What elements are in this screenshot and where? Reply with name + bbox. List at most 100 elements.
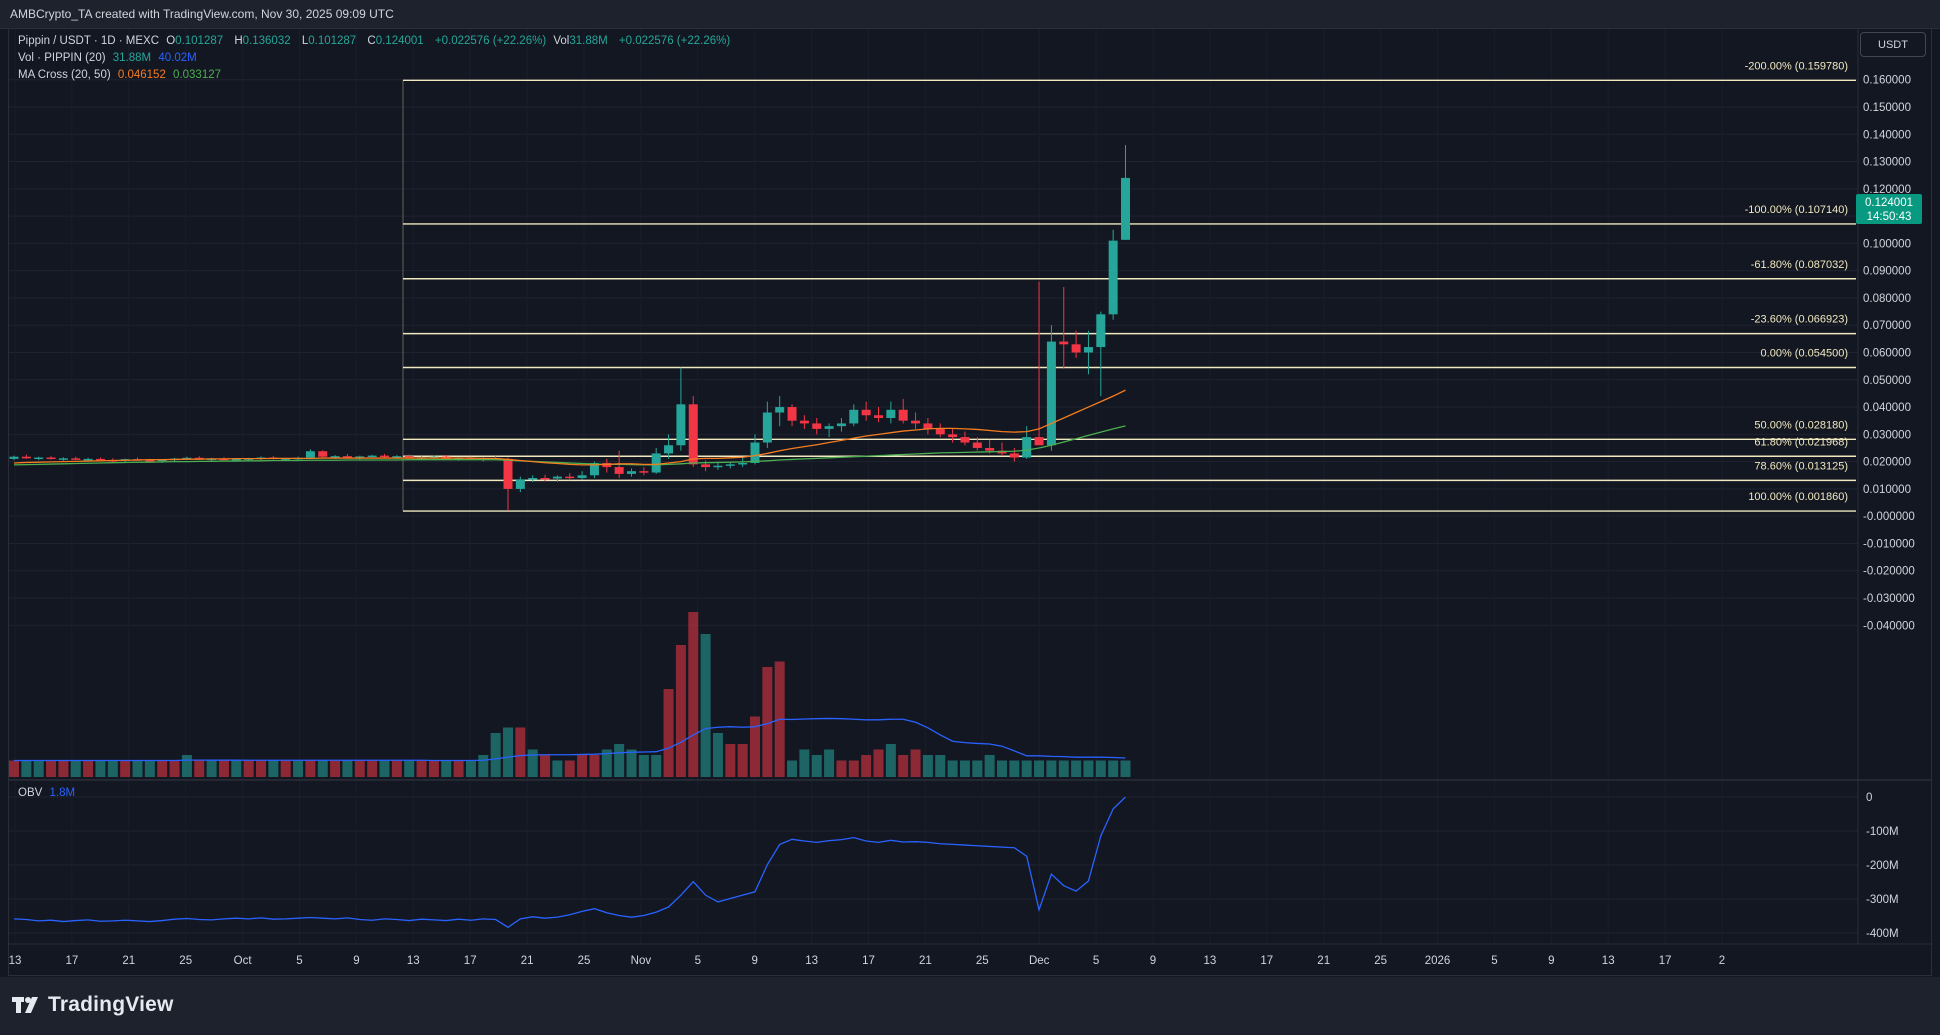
- ma20-line: [13, 389, 1126, 466]
- volume-bar: [515, 727, 526, 777]
- fibonacci-retracement: -200.00% (0.159780) -100.00% (0.107140) -6…: [402, 60, 1856, 512]
- volume-bar: [391, 760, 402, 777]
- vol-label: Vol: [553, 35, 570, 47]
- candle-body: [849, 409, 859, 424]
- candle-body: [380, 455, 389, 458]
- symbol-title[interactable]: Pippin / USDT · 1D · MEXC: [18, 35, 159, 47]
- ma-indicator-name[interactable]: MA Cross (20, 50): [18, 69, 111, 81]
- price-tick-label: 0.040000: [1863, 402, 1911, 414]
- obv-label[interactable]: OBV: [18, 787, 42, 799]
- candle-body: [58, 458, 68, 460]
- time-tick-label: 5: [695, 955, 701, 967]
- open-value: 0.101287: [175, 35, 224, 47]
- vol-change-value: +0.022576 (+22.26%): [618, 35, 731, 47]
- volume-bar: [984, 755, 995, 777]
- volume-bars: [9, 612, 1131, 777]
- candle-body: [305, 451, 315, 458]
- price-tick-label: 0.160000: [1863, 75, 1911, 87]
- volume-bar: [787, 760, 798, 777]
- candle-body: [738, 462, 748, 465]
- volume-bar: [725, 744, 736, 777]
- candle-body: [750, 442, 760, 463]
- moving-averages: [13, 389, 1126, 466]
- time-tick-label: 21: [1317, 955, 1330, 967]
- candle-body: [627, 471, 636, 474]
- candle-body: [1059, 341, 1069, 345]
- candle-body: [874, 415, 883, 418]
- volume-bar: [231, 760, 242, 777]
- fib-level-label: -200.00% (0.159780): [1745, 60, 1848, 72]
- candle-body: [318, 451, 328, 457]
- time-tick-label: 13: [407, 955, 420, 967]
- volume-bar: [95, 760, 106, 777]
- tradingview-logo[interactable]: TradingView: [12, 993, 174, 1017]
- price-tick-label: 0.080000: [1863, 293, 1911, 305]
- candle-body: [812, 423, 822, 429]
- volume-bar: [959, 760, 970, 777]
- time-tick-label: 17: [66, 955, 79, 967]
- volume-bar: [688, 612, 699, 777]
- time-tick-label: Dec: [1029, 955, 1050, 967]
- time-tick-label: 25: [1374, 955, 1387, 967]
- fib-level-label: 78.60% (0.013125): [1754, 460, 1848, 472]
- volume-bar: [811, 755, 822, 777]
- ma50-value: 0.033127: [173, 69, 222, 81]
- candle-body: [886, 409, 896, 418]
- candle-body: [701, 464, 711, 468]
- price-tick-label: 0.010000: [1863, 484, 1911, 496]
- time-tick-label: 17: [862, 955, 875, 967]
- volume-bar: [416, 760, 427, 777]
- price-tick-label: -0.010000: [1863, 538, 1915, 550]
- time-tick-label: 21: [919, 955, 932, 967]
- volume-bar: [972, 760, 983, 777]
- candle-body: [46, 457, 56, 460]
- candle-body: [552, 476, 562, 479]
- time-tick-label: 5: [1093, 955, 1099, 967]
- fib-level-label: 100.00% (0.001860): [1748, 491, 1848, 503]
- volume-bar: [540, 755, 551, 777]
- volume-bar: [83, 760, 94, 777]
- volume-bar: [737, 744, 748, 777]
- volume-bar: [132, 760, 143, 777]
- volume-bar: [1095, 760, 1106, 777]
- price-tick-label: 0.060000: [1863, 348, 1911, 360]
- candle-body: [972, 442, 982, 448]
- time-tick-label: Nov: [631, 955, 652, 967]
- candle-body: [799, 420, 809, 424]
- volume-bar: [280, 760, 291, 777]
- currency-button[interactable]: USDT: [1860, 32, 1926, 57]
- candle-body: [787, 407, 797, 421]
- volume-bar: [922, 755, 933, 777]
- volume-bar: [342, 760, 353, 777]
- candle-body: [923, 423, 933, 429]
- obv-tick-label: -300M: [1866, 894, 1899, 906]
- volume-value-2: 40.02M: [158, 52, 197, 64]
- candle-body: [713, 465, 723, 468]
- fib-level-label: 61.80% (0.021968): [1754, 436, 1848, 448]
- volume-bar: [836, 760, 847, 777]
- volume-bar: [712, 733, 723, 777]
- chart-canvas[interactable]: -200.00% (0.159780) -100.00% (0.107140) -6…: [0, 0, 1940, 977]
- volume-bar: [947, 760, 958, 777]
- volume-bar: [675, 645, 686, 777]
- grid-lines: [9, 29, 1858, 944]
- time-tick-label: 13: [805, 955, 818, 967]
- price-tick-label: 0.030000: [1863, 429, 1911, 441]
- volume-bar: [21, 760, 32, 777]
- fib-level-label: -100.00% (0.107140): [1745, 204, 1848, 216]
- obv-tick-label: -200M: [1866, 860, 1899, 872]
- logo-text: TradingView: [48, 993, 174, 1016]
- volume-bar: [33, 760, 44, 777]
- volume-bar: [293, 760, 304, 777]
- volume-indicator-name[interactable]: Vol · PIPPIN (20): [18, 52, 106, 64]
- obv-tick-label: -400M: [1866, 928, 1899, 940]
- price-tick-label: 0.130000: [1863, 157, 1911, 169]
- volume-bar: [700, 634, 711, 777]
- volume-bar: [107, 760, 118, 777]
- time-tick-label: 17: [464, 955, 477, 967]
- volume-bar: [799, 749, 810, 777]
- price-tick-label: -0.020000: [1863, 566, 1915, 578]
- volume-bar: [428, 760, 439, 777]
- time-tick-label: 25: [578, 955, 591, 967]
- candle-body: [898, 409, 908, 421]
